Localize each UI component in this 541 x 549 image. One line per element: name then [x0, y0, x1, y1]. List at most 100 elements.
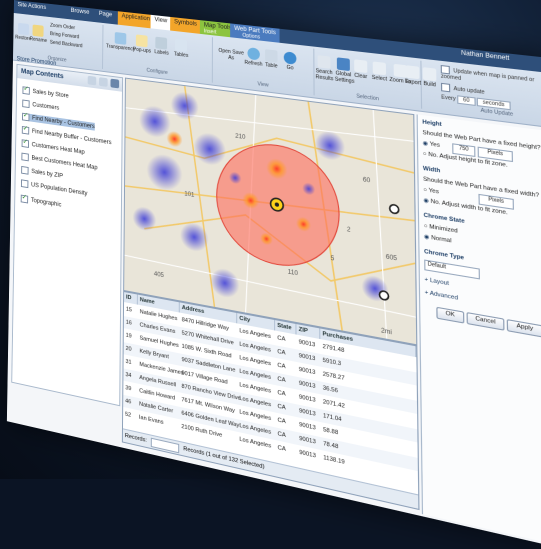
build-button[interactable]: Build [423, 67, 437, 88]
layout-label: Layout [430, 278, 449, 288]
table-cell: 16 [126, 319, 132, 326]
popups-icon [136, 34, 148, 47]
normal-label: Normal [431, 235, 451, 245]
tab-options[interactable]: Options [242, 33, 260, 41]
tab-view[interactable]: View [151, 15, 172, 31]
ok-button[interactable]: OK [436, 307, 464, 324]
table-cell: CA [277, 403, 285, 411]
group-view: Open Save As Refresh Table Go View [214, 37, 315, 95]
refresh-button[interactable]: Refresh [244, 47, 262, 68]
layer-label: Customers Heat Map [32, 142, 85, 156]
table-cell: 36.56 [323, 385, 338, 394]
advanced-section[interactable]: + Advanced [425, 290, 458, 302]
global-settings-button[interactable]: Global Settings [335, 57, 352, 85]
minimized-label: Minimized [429, 224, 458, 235]
map-label: 210 [235, 133, 245, 141]
layer-sales-by-zip[interactable]: Sales by ZIP [21, 166, 63, 180]
height-title: Height [422, 119, 442, 128]
zoom-order-button[interactable]: Zoom Order [50, 23, 75, 32]
go-button[interactable]: Go [284, 51, 297, 72]
layer-checkbox[interactable] [21, 195, 28, 204]
chrome-type-select[interactable]: Default [424, 259, 480, 279]
table-cell: 52 [125, 411, 131, 418]
layer-checkbox[interactable] [22, 86, 29, 95]
labels-icon [156, 37, 168, 50]
tab-site-actions[interactable]: Site Actions [17, 2, 46, 11]
table-button[interactable]: Table [265, 49, 278, 70]
layer-checkbox[interactable] [21, 153, 28, 162]
auto-update-checkbox[interactable] [441, 83, 450, 92]
restore-icon [18, 23, 29, 35]
clear-button[interactable]: Clear [354, 59, 367, 80]
apply-button[interactable]: Apply [507, 319, 541, 338]
radio-icon: ○ [423, 151, 427, 158]
width-yes-option[interactable]: ○ Yes [423, 187, 439, 196]
tables-button[interactable]: Tables [174, 39, 188, 59]
layer-checkbox[interactable] [22, 126, 29, 135]
table-cell: CA [277, 390, 285, 398]
layer-checkbox[interactable] [22, 113, 29, 122]
table-cell: 90013 [299, 353, 316, 363]
table-cell: 15 [126, 306, 132, 313]
cancel-button[interactable]: Cancel [466, 312, 504, 331]
layer-us-population-density[interactable]: US Population Density [21, 179, 88, 197]
transparency-button[interactable]: Transparency [106, 31, 135, 53]
legend-icon[interactable] [110, 79, 119, 89]
table-cell: CA [277, 362, 285, 370]
every-label: Every [441, 94, 456, 102]
layer-checkbox[interactable] [22, 139, 29, 148]
table-cell: 58.88 [323, 427, 338, 437]
layers-icon[interactable] [99, 77, 108, 87]
table-icon [265, 49, 278, 62]
export-button[interactable]: Export [405, 65, 421, 87]
layer-topographic[interactable]: Topographic [21, 195, 62, 209]
layer-label: Sales by ZIP [31, 169, 63, 180]
labels-button[interactable]: Labels [154, 37, 169, 57]
minimized-option[interactable]: ○ Minimized [424, 223, 458, 235]
tab-insert[interactable]: Insert [204, 28, 217, 35]
globe-icon [284, 51, 297, 65]
rename-icon [33, 25, 44, 38]
layer-checkbox[interactable] [21, 166, 28, 175]
store-marker[interactable] [390, 204, 399, 214]
yes-label: Yes [429, 188, 439, 196]
tab-page[interactable]: Page [99, 11, 112, 18]
web-part-properties: Height Should the Web Part have a fixed … [417, 114, 541, 546]
width-title: Width [423, 166, 440, 175]
labels-label: Labels [154, 49, 168, 57]
height-yes-option[interactable]: ◉ Yes [423, 140, 440, 149]
table-cell: 5910.3 [323, 358, 342, 368]
search-results-icon [318, 55, 331, 69]
table-cell: 90013 [299, 422, 316, 432]
search-results-button[interactable]: Search Results [315, 55, 332, 82]
tools-icon[interactable] [88, 76, 97, 86]
layer-checkbox[interactable] [21, 179, 28, 188]
table-cell: CA [277, 349, 285, 357]
tab-browse[interactable]: Browse [71, 8, 90, 16]
go-label: Go [287, 65, 294, 72]
bring-forward-button[interactable]: Bring Forward [50, 31, 79, 40]
tab-symbols[interactable]: Symbols [170, 17, 201, 34]
layout-section[interactable]: + Layout [424, 277, 449, 288]
rename-button[interactable]: Rename [30, 24, 48, 44]
layer-checkbox[interactable] [22, 99, 29, 108]
update-when-checkbox[interactable] [441, 65, 450, 74]
popups-button[interactable]: Pop-ups [133, 34, 151, 54]
radio-icon: ○ [423, 187, 427, 194]
map-label: 60 [363, 177, 370, 185]
select-button[interactable]: Select [372, 61, 388, 82]
table-cell: 39 [125, 385, 131, 392]
user-name[interactable]: Nathan Bennett [461, 50, 509, 62]
normal-option[interactable]: ◉ Normal [424, 234, 452, 245]
table-cell: 46 [125, 398, 131, 405]
open-save-as-button[interactable]: Open Save As [216, 47, 247, 62]
record-navigator[interactable] [151, 438, 179, 454]
layer-sales-by-store[interactable]: Sales by Store [22, 86, 68, 100]
tab-application[interactable]: Application [118, 11, 154, 28]
send-backward-button[interactable]: Send Backward [50, 40, 83, 50]
layer-label: US Population Density [31, 182, 87, 197]
global-settings-icon [337, 57, 350, 71]
table-cell: 171.04 [323, 413, 342, 423]
layer-customers[interactable]: Customers [22, 99, 59, 112]
search-results-label: Search Results [316, 68, 334, 82]
